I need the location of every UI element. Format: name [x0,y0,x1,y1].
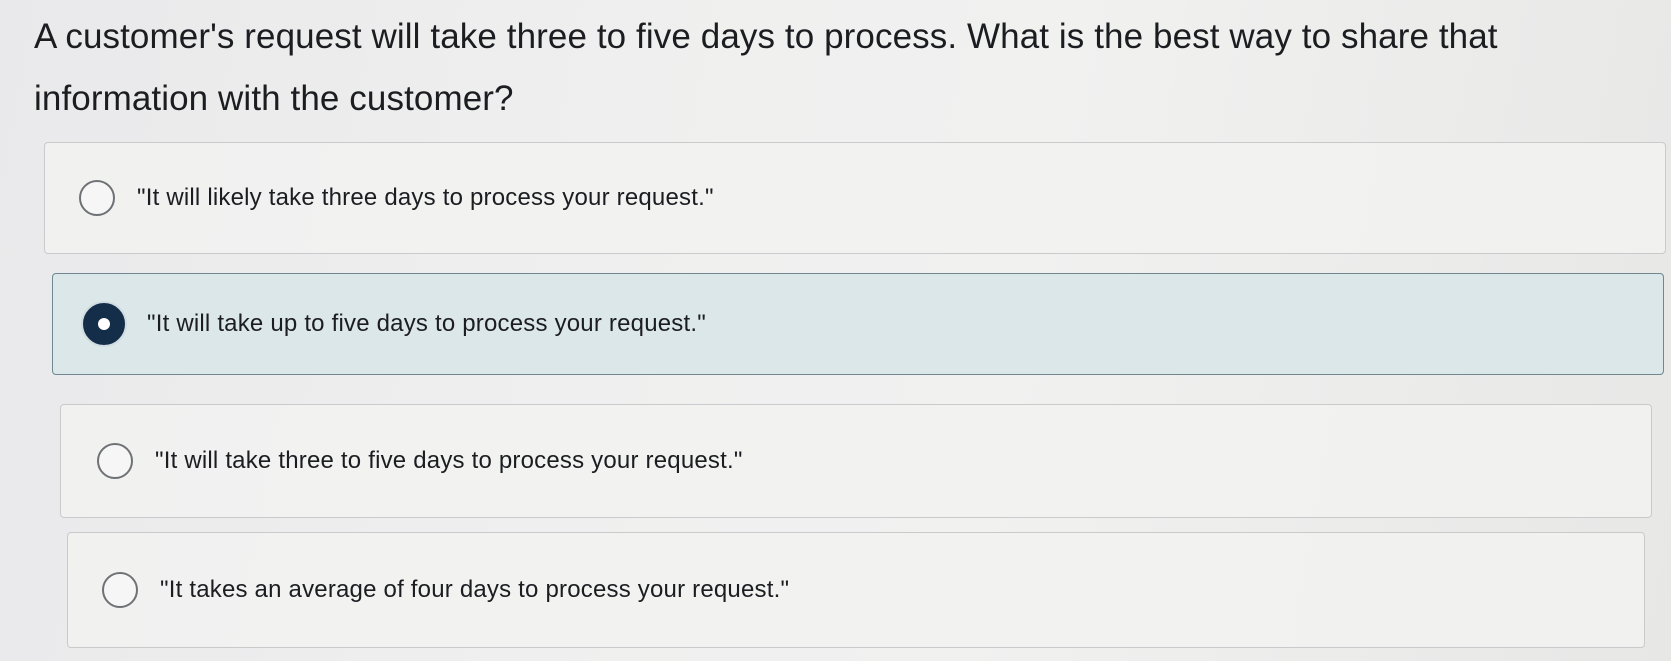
answer-option-label: "It takes an average of four days to pro… [160,576,790,603]
answer-option-3[interactable]: "It will take three to five days to proc… [60,404,1652,518]
answer-option-2-selected[interactable]: "It will take up to five days to process… [52,273,1664,375]
radio-button-unselected[interactable] [102,572,138,608]
radio-button-unselected[interactable] [97,443,133,479]
radio-button-unselected[interactable] [79,180,115,216]
question-text: A customer's request will take three to … [34,17,1498,118]
answer-option-label: "It will take three to five days to proc… [155,447,743,474]
answer-option-label: "It will take up to five days to process… [147,310,706,337]
answer-option-label: "It will likely take three days to proce… [137,184,714,211]
answer-option-4[interactable]: "It takes an average of four days to pro… [67,532,1645,648]
answer-option-1[interactable]: "It will likely take three days to proce… [44,142,1666,254]
radio-button-selected[interactable] [83,303,125,345]
